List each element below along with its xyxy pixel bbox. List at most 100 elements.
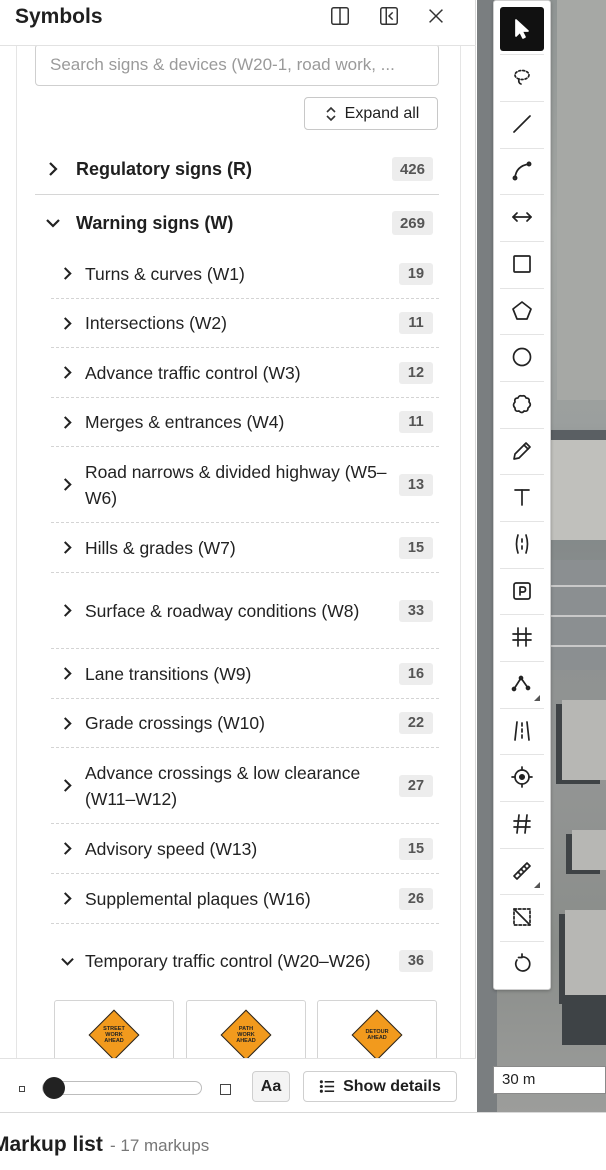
close-icon[interactable]	[423, 3, 449, 29]
pencil-icon[interactable]	[500, 429, 544, 473]
subcategory-item[interactable]: Intersections (W2) 11	[51, 299, 439, 348]
category-regulatory[interactable]: Regulatory signs (R) 426	[35, 149, 439, 189]
map-building	[557, 0, 606, 400]
chevron-down-icon	[43, 213, 63, 233]
subcategory-label: Grade crossings (W10)	[85, 713, 265, 733]
count-badge: 426	[391, 157, 433, 181]
target-icon[interactable]	[500, 755, 544, 799]
crop-icon[interactable]	[500, 895, 544, 939]
dimension-icon[interactable]	[500, 195, 544, 239]
warning-sign-icon: STREET WORK AHEAD	[88, 1009, 140, 1058]
submenu-indicator	[534, 695, 540, 701]
subcategory-label: Supplemental plaques (W16)	[85, 888, 311, 909]
slider-thumb[interactable]	[43, 1077, 65, 1099]
symbol-tile[interactable]: PATH WORK AHEAD	[186, 1000, 306, 1058]
panel-title: Symbols	[15, 5, 103, 28]
polygon-icon[interactable]	[500, 289, 544, 333]
map-building	[562, 700, 606, 780]
rectangle-icon[interactable]	[500, 242, 544, 286]
category-warning[interactable]: Warning signs (W) 269	[35, 203, 439, 243]
count-badge: 16	[399, 662, 433, 685]
map-building	[572, 830, 606, 870]
subcategory-label: Intersections (W2)	[85, 313, 227, 333]
chevron-right-icon	[58, 840, 76, 858]
count-badge: 15	[399, 536, 433, 559]
collapse-panel-icon[interactable]	[376, 3, 402, 29]
expand-all-button[interactable]: Expand all	[304, 97, 438, 130]
symbol-tile[interactable]: DETOUR AHEAD	[317, 1000, 437, 1058]
show-details-label: Show details	[343, 1077, 441, 1095]
line-icon[interactable]	[500, 102, 544, 146]
chevron-right-icon	[58, 476, 76, 494]
subcategory-label: Merges & entrances (W4)	[85, 412, 285, 432]
subcategory-item[interactable]: Supplemental plaques (W16) 26	[51, 874, 439, 924]
text-icon[interactable]	[500, 475, 544, 519]
symbols-panel: Symbols Expand all Regulatory signs (R) …	[0, 0, 476, 1112]
divider	[35, 194, 439, 195]
list-icon	[319, 1080, 335, 1093]
symbol-grid: STREET WORK AHEAD PATH WORK AHEAD DETOUR…	[54, 1000, 438, 1058]
subcategory-item[interactable]: Advance traffic control (W3) 12	[51, 348, 439, 398]
font-button[interactable]: Aa	[252, 1071, 290, 1102]
chevron-down-icon	[58, 952, 76, 970]
map-lane-marking	[547, 645, 606, 647]
polyline-icon[interactable]	[500, 662, 544, 706]
rail-icon[interactable]	[500, 802, 544, 846]
map-building	[565, 910, 606, 1000]
panel-footer: Aa Show details	[0, 1058, 476, 1112]
subcategory-item[interactable]: Road narrows & divided highway (W5–W6) 1…	[51, 447, 439, 523]
markup-list-title: Markup list	[0, 1133, 103, 1156]
count-badge: 22	[399, 712, 433, 734]
cloud-icon[interactable]	[500, 382, 544, 426]
count-badge: 11	[399, 411, 433, 433]
count-badge: 27	[399, 774, 433, 797]
subcategory-item[interactable]: Lane transitions (W9) 16	[51, 649, 439, 699]
lasso-icon[interactable]	[500, 55, 544, 99]
expand-all-label: Expand all	[344, 104, 420, 122]
split-view-icon[interactable]	[327, 3, 353, 29]
subcategory-item[interactable]: Grade crossings (W10) 22	[51, 699, 439, 748]
subcategory-item[interactable]: Advance crossings & low clearance (W11–W…	[51, 748, 439, 824]
category-label: Regulatory signs (R)	[76, 158, 253, 179]
subcategory-item[interactable]: Merges & entrances (W4) 11	[51, 398, 439, 447]
show-details-button[interactable]: Show details	[303, 1071, 457, 1102]
subcategory-item[interactable]: Surface & roadway conditions (W8) 33	[51, 573, 439, 649]
symbol-size-slider[interactable]	[42, 1077, 202, 1099]
arc-icon[interactable]	[500, 149, 544, 193]
markup-list-bar[interactable]: Markup list - 17 markups	[0, 1112, 606, 1170]
search-input[interactable]	[35, 46, 439, 86]
chevron-right-icon	[58, 314, 76, 332]
road-lanes-icon[interactable]	[500, 709, 544, 753]
subcategory-item[interactable]: Hills & grades (W7) 15	[51, 523, 439, 573]
circle-icon[interactable]	[500, 335, 544, 379]
map-lane-marking	[547, 585, 606, 587]
select-arrow-icon[interactable]	[500, 7, 544, 51]
category-label: Warning signs (W)	[76, 212, 234, 233]
rotate-icon[interactable]	[500, 942, 544, 986]
crosswalk-icon[interactable]	[500, 615, 544, 659]
subcategory-item[interactable]: Turns & curves (W1) 19	[51, 249, 439, 299]
expand-collapse-icon	[326, 106, 336, 121]
subcategory-label: Lane transitions (W9)	[85, 663, 252, 684]
subcategory-label: Advance crossings & low clearance (W11–W…	[85, 762, 361, 809]
panel-header: Symbols	[0, 0, 476, 46]
symbol-library: Expand all Regulatory signs (R) 426 Warn…	[16, 46, 461, 1058]
lane-icon[interactable]	[500, 522, 544, 566]
chevron-right-icon	[58, 265, 76, 283]
count-badge: 12	[399, 361, 433, 384]
parking-icon[interactable]	[500, 569, 544, 613]
map-scale: 30 m	[493, 1066, 606, 1094]
count-badge: 11	[399, 312, 433, 334]
count-badge: 13	[399, 473, 433, 496]
subcategory-item[interactable]: Advisory speed (W13) 15	[51, 824, 439, 874]
count-badge: 36	[399, 950, 433, 972]
count-badge: 26	[399, 887, 433, 910]
measure-icon[interactable]	[500, 849, 544, 893]
chevron-right-icon	[58, 413, 76, 431]
subcategory-label: Surface & roadway conditions (W8)	[85, 600, 360, 621]
count-badge: 19	[399, 262, 433, 285]
map-lane-marking	[547, 615, 606, 617]
subcategory-item-expanded[interactable]: Temporary traffic control (W20–W26) 36	[51, 924, 439, 998]
symbol-tile[interactable]: STREET WORK AHEAD	[54, 1000, 174, 1058]
warning-sign-icon: PATH WORK AHEAD	[220, 1009, 272, 1058]
